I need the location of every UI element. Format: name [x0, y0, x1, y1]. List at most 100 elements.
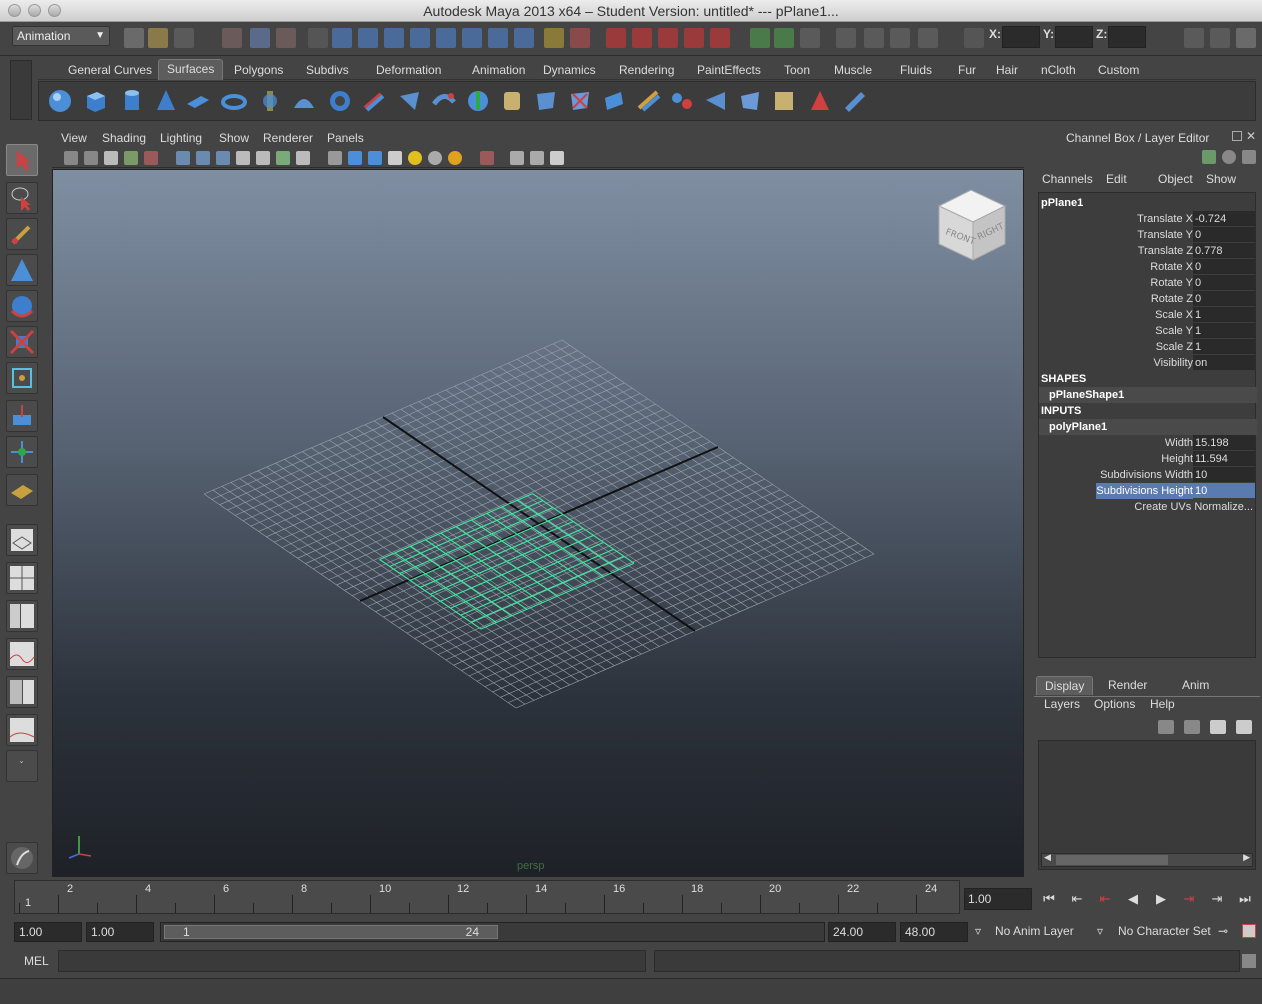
- attr-row-scale-x[interactable]: Scale X1: [1039, 307, 1257, 323]
- nurbs-cone-icon[interactable]: [153, 88, 179, 114]
- attr-row-width[interactable]: Width 15.198: [1039, 435, 1257, 451]
- attr-row-subdivisions-height[interactable]: Subdivisions Height 10: [1039, 483, 1257, 499]
- render-icon[interactable]: [658, 28, 678, 48]
- shelf-tab-fluids[interactable]: Fluids: [892, 61, 940, 80]
- persp-graph-layout-icon[interactable]: [6, 638, 38, 670]
- sculpt-tool-icon[interactable]: [6, 254, 38, 286]
- channel-box-menu-edit[interactable]: Edit: [1106, 172, 1127, 186]
- current-frame-field[interactable]: 1.00: [964, 888, 1032, 910]
- select-tool-icon[interactable]: [6, 144, 38, 176]
- anim-layer-dropdown[interactable]: No Anim Layer: [995, 924, 1074, 938]
- extrude-icon[interactable]: [361, 88, 387, 114]
- single-perspective-layout-icon[interactable]: [6, 524, 38, 556]
- render-view-icon[interactable]: [750, 28, 770, 48]
- image-plane-icon[interactable]: [124, 151, 138, 165]
- two-d-pan-zoom-icon[interactable]: [144, 151, 158, 165]
- layer-tab-anim[interactable]: Anim: [1174, 676, 1217, 694]
- four-view-layout-icon[interactable]: [6, 562, 38, 594]
- mel-command-input[interactable]: [58, 950, 646, 972]
- lasso-tool-icon[interactable]: [6, 182, 38, 214]
- both-panels-icon[interactable]: [1242, 150, 1256, 164]
- panel-menu-view[interactable]: View: [61, 131, 87, 145]
- attr-value[interactable]: 1: [1193, 307, 1255, 322]
- shelf-tab-polygons[interactable]: Polygons: [226, 61, 291, 80]
- square-surface-icon[interactable]: [465, 88, 491, 114]
- shelf-tab-rendering[interactable]: Rendering: [611, 61, 682, 80]
- z-input[interactable]: [1108, 26, 1146, 48]
- snap-curve-icon[interactable]: [358, 28, 378, 48]
- object-name[interactable]: pPlane1: [1039, 195, 1257, 211]
- select-hierarchy-icon[interactable]: [222, 28, 242, 48]
- playback-start-field[interactable]: 1.00: [86, 922, 154, 942]
- chevron-down-icon[interactable]: ▿: [1097, 924, 1103, 938]
- script-editor-icon[interactable]: [1242, 954, 1256, 968]
- shelf-tab-animation[interactable]: Animation: [464, 61, 533, 80]
- open-close-surfaces-icon[interactable]: [771, 88, 797, 114]
- attr-value[interactable]: 0: [1193, 291, 1255, 306]
- uv-texture-icon[interactable]: [6, 474, 38, 506]
- channel-box-panel-icon[interactable]: [1236, 28, 1256, 48]
- chevron-down-icon[interactable]: ▿: [975, 924, 981, 938]
- camera-select-icon[interactable]: [64, 151, 78, 165]
- project-curve-icon[interactable]: [533, 88, 559, 114]
- safe-action-icon[interactable]: [276, 151, 290, 165]
- layer-editor-icon[interactable]: [1222, 150, 1236, 164]
- attribute-editor-icon[interactable]: [800, 28, 820, 48]
- snap-view-plane-icon[interactable]: [410, 28, 430, 48]
- step-back-frame-icon[interactable]: ⇤: [1066, 888, 1088, 910]
- manipulator-tool-icon[interactable]: [6, 362, 38, 394]
- rotate-tool-icon[interactable]: [6, 290, 38, 322]
- hypershade-icon[interactable]: [774, 28, 794, 48]
- zoom-window-button[interactable]: [48, 4, 61, 17]
- perspective-viewport[interactable]: FRONT RIGHT persp: [52, 169, 1024, 877]
- attr-value[interactable]: 0.778: [1193, 243, 1255, 258]
- scale-tool-icon[interactable]: [6, 326, 38, 358]
- attr-value[interactable]: 11.594: [1193, 451, 1255, 466]
- attr-value[interactable]: -0.724: [1193, 211, 1255, 226]
- boundary-icon[interactable]: [431, 88, 457, 114]
- range-slider[interactable]: 1 24: [160, 922, 825, 942]
- animation-preferences-icon[interactable]: [1242, 924, 1256, 938]
- channel-box-menu-object[interactable]: Object: [1158, 172, 1193, 186]
- panel-menu-renderer[interactable]: Renderer: [263, 131, 313, 145]
- help-icon[interactable]: [514, 28, 534, 48]
- attr-value[interactable]: 1: [1193, 323, 1255, 338]
- attr-row-scale-z[interactable]: Scale Z1: [1039, 339, 1257, 355]
- bookmark-icon[interactable]: [104, 151, 118, 165]
- outliner-icon[interactable]: [918, 28, 938, 48]
- view-cube[interactable]: FRONT RIGHT: [933, 186, 1013, 269]
- attr-row-translate-x[interactable]: Translate X -0.724: [1039, 211, 1257, 227]
- step-forward-frame-icon[interactable]: ⇥: [1206, 888, 1228, 910]
- scroll-right-icon[interactable]: ▶: [1243, 852, 1250, 863]
- mask-filter-icon[interactable]: [308, 28, 328, 48]
- lock-icon[interactable]: [544, 28, 564, 48]
- attr-row-translate-z[interactable]: Translate Z 0.778: [1039, 243, 1257, 259]
- attribute-editor-panel-icon[interactable]: [1184, 28, 1204, 48]
- layer-editor-toggle-icon[interactable]: [890, 28, 910, 48]
- select-object-icon[interactable]: [250, 28, 270, 48]
- move-layer-up-icon[interactable]: [1158, 720, 1174, 734]
- trim-tool-icon[interactable]: [601, 88, 627, 114]
- layer-menu-options[interactable]: Options: [1094, 697, 1135, 711]
- shelf-tab-ncloth[interactable]: nCloth: [1033, 61, 1084, 80]
- horizontal-scrollbar[interactable]: ◀ ▶: [1041, 852, 1253, 867]
- insert-isoparms-icon[interactable]: [807, 88, 833, 114]
- channel-box-menu-show[interactable]: Show: [1206, 172, 1236, 186]
- ipr-render-icon[interactable]: [684, 28, 704, 48]
- make-live-icon[interactable]: [436, 28, 456, 48]
- revolve-icon[interactable]: [257, 88, 283, 114]
- shelf-tab-hair[interactable]: Hair: [988, 61, 1026, 80]
- history-icon[interactable]: [462, 28, 482, 48]
- attr-value[interactable]: 10: [1193, 467, 1255, 482]
- select-component-icon[interactable]: [276, 28, 296, 48]
- shelf-tab-dynamics[interactable]: Dynamics: [535, 61, 604, 80]
- nurbs-sphere-icon[interactable]: [47, 88, 73, 114]
- attr-row-visibility[interactable]: Visibility on: [1039, 355, 1257, 371]
- attr-row-rotate-y[interactable]: Rotate Y0: [1039, 275, 1257, 291]
- play-forwards-icon[interactable]: ▶: [1150, 888, 1172, 910]
- play-backwards-icon[interactable]: ◀: [1122, 888, 1144, 910]
- feather-tool-icon[interactable]: [6, 842, 38, 874]
- birail-icon[interactable]: [397, 88, 423, 114]
- layout-options-icon[interactable]: ˇ: [6, 750, 38, 782]
- animation-end-field[interactable]: 48.00: [900, 922, 968, 942]
